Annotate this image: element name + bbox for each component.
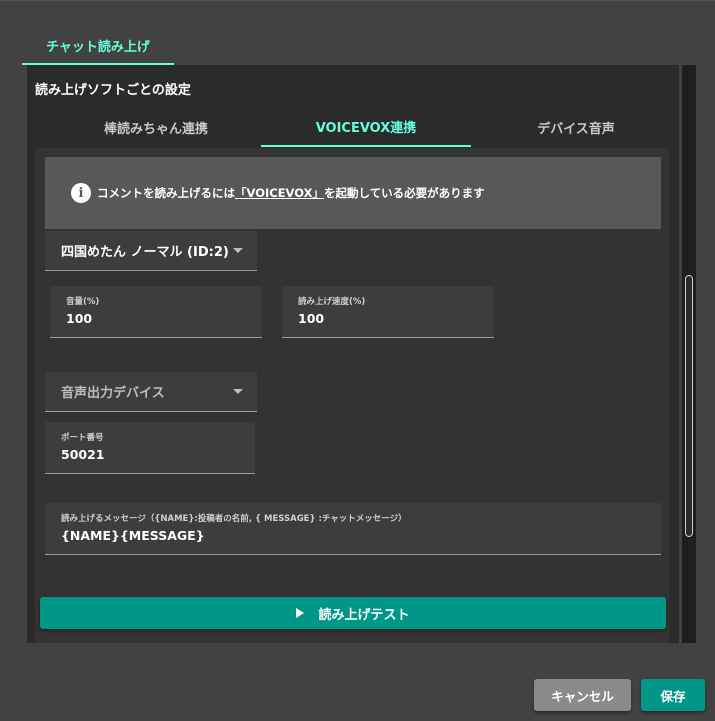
volume-label: 音量(%)	[66, 297, 100, 307]
port-value[interactable]: 50021	[61, 447, 105, 462]
info-icon: i	[71, 183, 91, 203]
speed-value[interactable]: 100	[298, 311, 324, 326]
reader-software-tabs: 棒読みちゃん連携 VOICEVOX連携 デバイス音声	[51, 107, 679, 147]
port-field[interactable]: ポート番号 50021	[45, 422, 255, 474]
output-device-select[interactable]: 音声出力デバイス	[45, 372, 257, 412]
volume-field[interactable]: 音量(%) 100	[50, 286, 262, 338]
tab-bouyomi[interactable]: 棒読みちゃん連携	[51, 107, 261, 147]
scrollbar-thumb[interactable]	[685, 275, 693, 537]
voicevox-settings: i コメントを読み上げるには 「VOICEVOX」 を起動している必要があります…	[35, 148, 669, 643]
tab-voicevox[interactable]: VOICEVOX連携	[261, 107, 471, 147]
read-test-button[interactable]: 読み上げテスト	[40, 597, 666, 629]
section-title: 読み上げソフトごとの設定	[35, 83, 191, 98]
scrollbar[interactable]	[682, 65, 696, 643]
chevron-down-icon	[233, 389, 243, 394]
read-test-label: 読み上げテスト	[318, 607, 410, 623]
speed-label: 読み上げ速度(%)	[298, 297, 366, 307]
output-device-placeholder: 音声出力デバイス	[61, 386, 165, 401]
voice-select-value: 四国めたん ノーマル (ID:2)	[61, 245, 229, 260]
volume-value[interactable]: 100	[66, 311, 92, 326]
message-field[interactable]: 読み上げるメッセージ（{NAME}:投稿者の名前, { MESSAGE} :チャ…	[45, 503, 661, 555]
alert-text-after: を起動している必要があります	[323, 186, 485, 200]
cancel-button[interactable]: キャンセル	[534, 679, 631, 711]
settings-panel: 読み上げソフトごとの設定 棒読みちゃん連携 VOICEVOX連携 デバイス音声 …	[27, 65, 679, 643]
port-label: ポート番号	[61, 433, 104, 443]
message-label: 読み上げるメッセージ（{NAME}:投稿者の名前, { MESSAGE} :チャ…	[61, 514, 407, 524]
dialog-top-divider	[0, 0, 715, 1]
speed-field[interactable]: 読み上げ速度(%) 100	[282, 286, 494, 338]
tab-device-audio[interactable]: デバイス音声	[471, 107, 679, 147]
save-button[interactable]: 保存	[641, 679, 705, 711]
info-alert: i コメントを読み上げるには 「VOICEVOX」 を起動している必要があります	[45, 157, 661, 229]
play-icon	[296, 608, 305, 618]
tab-chat-reading[interactable]: チャット読み上げ	[22, 27, 174, 65]
message-value[interactable]: {NAME}{MESSAGE}	[61, 528, 205, 543]
voice-select[interactable]: 四国めたん ノーマル (ID:2)	[45, 231, 257, 271]
settings-dialog: チャット読み上げ 読み上げソフトごとの設定 棒読みちゃん連携 VOICEVOX連…	[0, 0, 715, 721]
chevron-down-icon	[233, 248, 243, 253]
alert-text-before: コメントを読み上げるには	[97, 186, 235, 200]
voicevox-link[interactable]: 「VOICEVOX」	[235, 185, 324, 201]
